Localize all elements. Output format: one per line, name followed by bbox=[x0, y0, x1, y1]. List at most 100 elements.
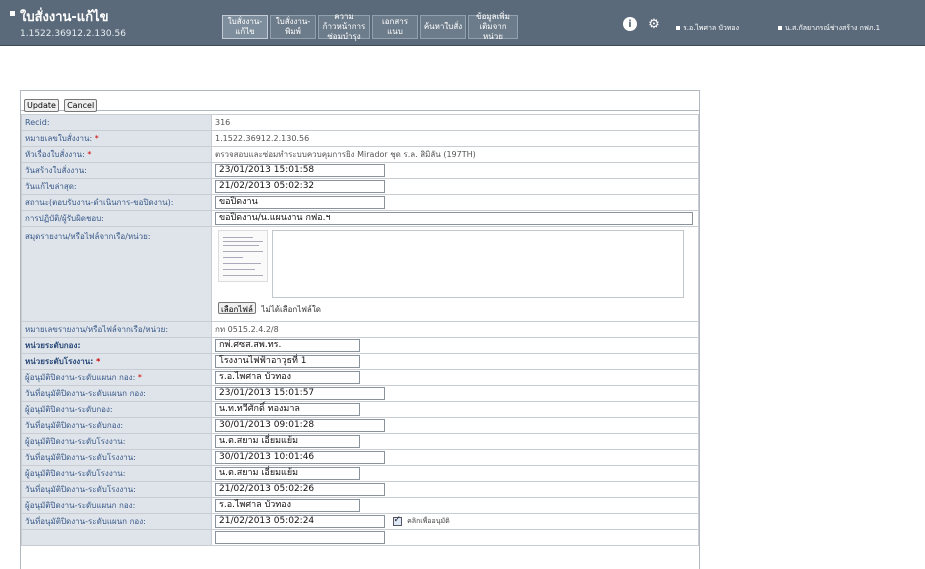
form-row: ผู้อนุมัติปิดงาน-ระดับโรงงาน: น.ต.สยาม เ… bbox=[21, 433, 699, 450]
close-approver-dept-label-text: ผู้อนุมัติปิดงาน-ระดับแผนก กอง: bbox=[25, 373, 136, 382]
tab-work-order-print[interactable]: ใบสั่งงาน-พิมพ์ bbox=[270, 15, 316, 39]
close-date-dept2-input[interactable]: 21/02/2013 05:02:24 bbox=[215, 515, 385, 528]
created-date-input[interactable]: 23/01/2013 15:01:58 bbox=[215, 164, 385, 177]
form-row: วันสร้างใบสั่งงาน: 23/01/2013 15:01:58 bbox=[21, 162, 699, 179]
form-row: วันแก้ไขล่าสุด: 21/02/2013 05:02:32 bbox=[21, 178, 699, 195]
recid-label: Recid: bbox=[21, 114, 212, 131]
approve-checkbox[interactable] bbox=[392, 515, 402, 526]
partial-row-label bbox=[21, 529, 212, 546]
closer-factory-input[interactable]: น.ต.สยาม เอี่ยมแย้ม bbox=[215, 467, 360, 480]
required-marker: * bbox=[84, 150, 92, 159]
tab-progress[interactable]: ความก้าวหน้าการซ่อมบำรุง bbox=[318, 12, 370, 41]
required-marker: * bbox=[93, 357, 101, 366]
close-date-dept-label: วันที่อนุมัติปิดงาน-ระดับแผนก กอง: bbox=[21, 385, 212, 402]
form-row: ผู้อนุมัติปิดงาน-ระดับแผนก กอง: ร.อ.ไพศา… bbox=[21, 497, 699, 514]
page-subtitle: 1.1522.36912.2.130.56 bbox=[20, 29, 126, 39]
org-link[interactable]: น.ส.กัลยาภรณ์ช่างสร้าง กฟภ.1 bbox=[778, 23, 880, 34]
form-row: หน่วยระดับโรงงาน: * โรงงานไฟฟ้าอาวุธที่ … bbox=[21, 353, 699, 370]
work-subject-label-text: หัวเรื่องใบสั่งงาน: bbox=[25, 150, 85, 159]
close-date-factory-label: วันที่อนุมัติปิดงาน-ระดับโรงงาน: bbox=[21, 449, 212, 466]
report-number-value: กท 0515.2.4.2/8 bbox=[211, 321, 699, 338]
form-row: หัวเรื่องใบสั่งงาน: * ตรวจสอบและซ่อมทำระ… bbox=[21, 146, 699, 163]
form-row: ผู้อนุมัติปิดงาน-ระดับโรงงาน: น.ต.สยาม เ… bbox=[21, 465, 699, 482]
close-approver-factory-label: ผู้อนุมัติปิดงาน-ระดับโรงงาน: bbox=[21, 433, 212, 450]
form-toolbar: Update Cancel bbox=[21, 91, 699, 112]
partial-row-input[interactable] bbox=[215, 531, 385, 544]
close-approver-dept-label: ผู้อนุมัติปิดงาน-ระดับแผนก กอง: * bbox=[21, 369, 212, 386]
close-approver-div-label: ผู้อนุมัติปิดงาน-ระดับกอง: bbox=[21, 401, 212, 418]
work-subject-value: ตรวจสอบและซ่อมทำระบบควบคุมการยิง Mirador… bbox=[211, 146, 699, 163]
factory-level-input[interactable]: โรงงานไฟฟ้าอาวุธที่ 1 bbox=[215, 355, 360, 368]
document-thumbnail[interactable] bbox=[218, 230, 268, 282]
user-link[interactable]: ร.อ.ไพศาล บัวทอง bbox=[676, 23, 739, 34]
close-date-dept2-label: วันที่อนุมัติปิดงาน-ระดับแผนก กอง: bbox=[21, 513, 212, 530]
page-title: ใบสั่งงาน-แก้ไข bbox=[10, 6, 126, 27]
close-date-factory2-label: วันที่อนุมัติปิดงาน-ระดับโรงงาน: bbox=[21, 481, 212, 498]
closer-factory-label: ผู้อนุมัติปิดงาน-ระดับโรงงาน: bbox=[21, 465, 212, 482]
factory-level-label: หน่วยระดับโรงงาน: * bbox=[21, 353, 212, 370]
status-label: สถานะ(ตอบรับงาน-ดำเนินการ-ขอปิดงาน): bbox=[21, 194, 212, 211]
report-attach-label: สมุดรายงาน/หรือไฟล์จากเรือ/หน่วย: bbox=[21, 226, 212, 322]
last-update-input[interactable]: 21/02/2013 05:02:32 bbox=[215, 180, 385, 193]
close-date-factory2-input[interactable]: 21/02/2013 05:02:26 bbox=[215, 483, 385, 496]
close-approver-factory-input[interactable]: น.ต.สยาม เอี่ยมแย้ม bbox=[215, 435, 360, 448]
form-row: ผู้อนุมัติปิดงาน-ระดับแผนก กอง: * ร.อ.ไพ… bbox=[21, 369, 699, 386]
form-row bbox=[21, 529, 699, 546]
work-number-label-text: หมายเลขใบสั่งงาน: bbox=[25, 134, 93, 143]
operator-label: การปฏิบัติ/ผู้รับผิดชอบ: bbox=[21, 210, 212, 227]
file-chooser: เลือกไฟล์ ไม่ได้เลือกไฟล์ใด bbox=[218, 302, 321, 316]
tab-search[interactable]: ค้นหาใบสั่ง bbox=[420, 15, 466, 39]
form-row: วันที่อนุมัติปิดงาน-ระดับกอง: 30/01/2013… bbox=[21, 417, 699, 434]
tab-unit-info[interactable]: ข้อมูลเพิ่มเติมจากหน่วย bbox=[468, 12, 518, 41]
approve-checkbox-label: คลิกเพื่ออนุมัติ bbox=[407, 517, 450, 525]
form-row: หมายเลขรายงาน/หรือไฟล์จากเรือ/หน่วย: กท … bbox=[21, 321, 699, 338]
form-row: การปฏิบัติ/ผู้รับผิดชอบ: ขอปิดงาน/น.แผนง… bbox=[21, 210, 699, 227]
close-approver-div-input[interactable]: น.ท.ทวีศักดิ์ ทองมาล bbox=[215, 403, 360, 416]
work-subject-label: หัวเรื่องใบสั่งงาน: * bbox=[21, 146, 212, 163]
work-number-value: 1.1522.36912.2.130.56 bbox=[211, 130, 699, 147]
choose-file-button[interactable]: เลือกไฟล์ bbox=[218, 302, 256, 314]
status-input[interactable]: ขอปิดงาน bbox=[215, 196, 385, 209]
close-date-div-label: วันที่อนุมัติปิดงาน-ระดับกอง: bbox=[21, 417, 212, 434]
report-textarea[interactable] bbox=[272, 230, 684, 298]
unit-level-label: หน่วยระดับกอง: bbox=[21, 337, 212, 354]
edit-form-panel: Update Cancel Recid: 316 หมายเลขใบสั่งงา… bbox=[20, 90, 700, 569]
form-row: ผู้อนุมัติปิดงาน-ระดับกอง: น.ท.ทวีศักดิ์… bbox=[21, 401, 699, 418]
form-row: วันที่อนุมัติปิดงาน-ระดับแผนก กอง: 21/02… bbox=[21, 513, 699, 530]
form-row: หมายเลขใบสั่งงาน: * 1.1522.36912.2.130.5… bbox=[21, 130, 699, 147]
work-order-form: Recid: 316 หมายเลขใบสั่งงาน: * 1.1522.36… bbox=[21, 114, 699, 546]
work-number-label: หมายเลขใบสั่งงาน: * bbox=[21, 130, 212, 147]
attachment-area: เลือกไฟล์ ไม่ได้เลือกไฟล์ใด bbox=[215, 227, 698, 319]
update-button[interactable]: Update bbox=[24, 99, 59, 112]
cancel-button[interactable]: Cancel bbox=[64, 99, 98, 112]
close-approver-dept2-label: ผู้อนุมัติปิดงาน-ระดับแผนก กอง: bbox=[21, 497, 212, 514]
report-number-label: หมายเลขรายงาน/หรือไฟล์จากเรือ/หน่วย: bbox=[21, 321, 212, 338]
app-title-block: ใบสั่งงาน-แก้ไข 1.1522.36912.2.130.56 bbox=[10, 6, 126, 39]
form-row: สมุดรายงาน/หรือไฟล์จากเรือ/หน่วย: เลือกไ… bbox=[21, 226, 699, 322]
info-icon[interactable]: i bbox=[623, 17, 637, 31]
close-date-factory-input[interactable]: 30/01/2013 10:01:46 bbox=[215, 451, 385, 464]
created-date-label: วันสร้างใบสั่งงาน: bbox=[21, 162, 212, 179]
required-marker: * bbox=[135, 373, 142, 382]
close-approver-dept2-input[interactable]: ร.อ.ไพศาล บัวทอง bbox=[215, 499, 360, 512]
form-row: Recid: 316 bbox=[21, 114, 699, 131]
required-marker: * bbox=[92, 134, 99, 143]
form-row: หน่วยระดับกอง: กพ่.ศซส.สพ.ทร. bbox=[21, 337, 699, 354]
close-date-div-input[interactable]: 30/01/2013 09:01:28 bbox=[215, 419, 385, 432]
tab-work-order-edit[interactable]: ใบสั่งงาน-แก้ไข bbox=[222, 15, 268, 39]
gear-icon[interactable]: ⚙ bbox=[647, 17, 661, 32]
close-approver-dept-input[interactable]: ร.อ.ไพศาล บัวทอง bbox=[215, 371, 360, 384]
factory-level-label-text: หน่วยระดับโรงงาน: bbox=[25, 357, 94, 366]
close-date-dept-input[interactable]: 23/01/2013 15:01:57 bbox=[215, 387, 385, 400]
app-header: ใบสั่งงาน-แก้ไข 1.1522.36912.2.130.56 ใบ… bbox=[0, 0, 925, 46]
recid-value: 316 bbox=[211, 114, 699, 131]
form-row: วันที่อนุมัติปิดงาน-ระดับโรงงาน: 30/01/2… bbox=[21, 449, 699, 466]
tab-attachments[interactable]: เอกสารแนบ bbox=[372, 15, 418, 39]
operator-input[interactable]: ขอปิดงาน/น.แผนงาน กฟอ.ฯ bbox=[215, 212, 693, 225]
form-row: วันที่อนุมัติปิดงาน-ระดับโรงงาน: 21/02/2… bbox=[21, 481, 699, 498]
form-row: สถานะ(ตอบรับงาน-ดำเนินการ-ขอปิดงาน): ขอป… bbox=[21, 194, 699, 211]
no-file-text: ไม่ได้เลือกไฟล์ใด bbox=[261, 305, 321, 314]
unit-level-input[interactable]: กพ่.ศซส.สพ.ทร. bbox=[215, 339, 360, 352]
form-row: วันที่อนุมัติปิดงาน-ระดับแผนก กอง: 23/01… bbox=[21, 385, 699, 402]
last-update-label: วันแก้ไขล่าสุด: bbox=[21, 178, 212, 195]
